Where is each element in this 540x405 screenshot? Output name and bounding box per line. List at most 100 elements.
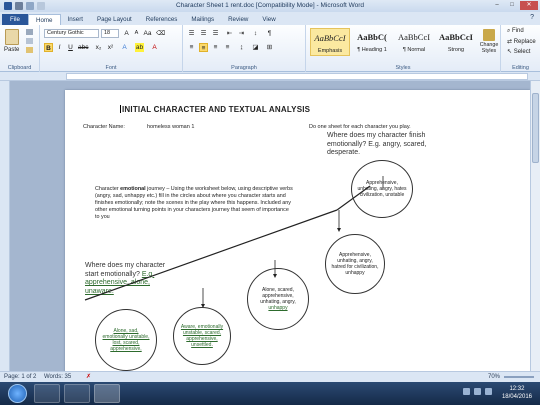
explorer-taskbar-icon[interactable]: [64, 384, 90, 403]
style-name: ¶ Normal: [402, 47, 426, 53]
select-button[interactable]: ↖ Select: [507, 48, 530, 55]
replace-button[interactable]: ⇄ Replace: [507, 38, 536, 45]
superscript-icon[interactable]: x²: [106, 43, 115, 52]
bullets-icon[interactable]: ☰: [187, 29, 196, 38]
format-painter-icon[interactable]: [26, 47, 33, 53]
align-left-icon[interactable]: ≡: [187, 43, 196, 52]
page-count[interactable]: Page: 1 of 2: [4, 372, 36, 382]
zoom-level[interactable]: 70%: [488, 372, 500, 382]
subscript-icon[interactable]: x₂: [94, 43, 103, 52]
font-size-select[interactable]: 18: [101, 29, 119, 38]
tab-mailings[interactable]: Mailings: [184, 14, 221, 25]
ie-taskbar-icon[interactable]: [34, 384, 60, 403]
word-taskbar-icon[interactable]: [94, 384, 120, 403]
clock-time: 12:32: [509, 386, 525, 392]
change-case-icon[interactable]: Aa: [143, 29, 152, 38]
align-right-icon[interactable]: ≡: [211, 43, 220, 52]
taskbar-clock[interactable]: 12:32 18/04/2016: [502, 385, 532, 401]
emotion-circle-2[interactable]: Aware, emotionally unstable, scared, app…: [173, 307, 231, 365]
paste-button-label[interactable]: Paste: [4, 47, 19, 53]
horizontal-ruler[interactable]: [0, 72, 540, 81]
sort-icon[interactable]: ↕: [251, 29, 260, 38]
editing-group: ⌕ Find ⇄ Replace ↖ Select Editing: [501, 25, 540, 72]
tab-review[interactable]: Review: [221, 14, 255, 25]
emotion-circle-text: Aware, emotionally unstable, scared, app…: [180, 323, 224, 349]
highlight-icon[interactable]: ab: [135, 43, 144, 52]
borders-icon[interactable]: ⊞: [265, 43, 274, 52]
scrollbar-thumb[interactable]: [532, 93, 539, 163]
style-name: Emphasis: [317, 48, 343, 54]
style-normal[interactable]: AaBbCcI ¶ Normal: [394, 28, 434, 56]
maximize-button[interactable]: □: [505, 1, 519, 10]
multilevel-list-icon[interactable]: ☰: [211, 29, 220, 38]
document-page[interactable]: INITIAL CHARACTER AND TEXTUAL ANALYSIS C…: [65, 90, 530, 371]
help-icon[interactable]: ?: [530, 14, 534, 21]
text-effects-icon[interactable]: A: [120, 43, 129, 52]
change-styles-icon: [483, 29, 495, 41]
show-marks-button[interactable]: ¶: [265, 29, 274, 38]
underline-button[interactable]: U: [66, 43, 75, 52]
proofing-icon[interactable]: ✗: [86, 372, 91, 382]
emotion-circle-3[interactable]: Alone, scared, apprehensive, unhating, a…: [247, 268, 309, 330]
copy-icon[interactable]: [26, 38, 33, 44]
grow-font-icon[interactable]: A: [122, 29, 131, 38]
battery-icon[interactable]: [485, 388, 492, 395]
style-strong[interactable]: AaBbCcI Strong: [436, 28, 476, 56]
vertical-ruler[interactable]: [0, 81, 10, 371]
clear-formatting-icon[interactable]: ⌫: [156, 29, 165, 38]
status-bar: Page: 1 of 2 Words: 35 ✗ 70%: [0, 371, 540, 382]
decrease-indent-icon[interactable]: ⇤: [225, 29, 234, 38]
font-group: Century Gothic 18 A A Aa ⌫ B I U abc x₂ …: [40, 25, 183, 72]
style-name: ¶ Heading 1: [357, 47, 387, 53]
shading-icon[interactable]: ◪: [251, 43, 260, 52]
network-icon[interactable]: [463, 388, 470, 395]
document-workspace: INITIAL CHARACTER AND TEXTUAL ANALYSIS C…: [10, 81, 530, 371]
volume-icon[interactable]: [474, 388, 481, 395]
ribbon: Paste Clipboard Century Gothic 18 A A Aa…: [0, 25, 540, 72]
windows-start-icon[interactable]: [8, 384, 27, 403]
change-styles-label: Change Styles: [479, 42, 499, 54]
style-emphasis[interactable]: AaBbCcI Emphasis: [310, 28, 350, 56]
increase-indent-icon[interactable]: ⇥: [237, 29, 246, 38]
shrink-font-icon[interactable]: A: [132, 29, 141, 38]
system-tray: [463, 388, 492, 395]
emotion-circle-text: Alone, sad, emotionally unstable, lost, …: [102, 327, 150, 353]
tab-page-layout[interactable]: Page Layout: [90, 14, 139, 25]
emotion-circle-text: Apprehensive, unhating, angry, hatred fo…: [331, 251, 379, 277]
find-button[interactable]: ⌕ Find: [507, 28, 524, 35]
cut-icon[interactable]: [26, 29, 33, 35]
justify-icon[interactable]: ≡: [223, 43, 232, 52]
word-count[interactable]: Words: 35: [44, 372, 71, 382]
tab-view[interactable]: View: [255, 14, 282, 25]
minimize-button[interactable]: –: [490, 1, 504, 10]
tab-file[interactable]: File: [2, 14, 28, 25]
ribbon-tabs: File Home Insert Page Layout References …: [0, 12, 540, 25]
zoom-slider[interactable]: [504, 376, 534, 378]
taskbar: 12:32 18/04/2016: [0, 382, 540, 405]
styles-group-label: Styles: [395, 65, 411, 71]
paste-icon[interactable]: [5, 29, 19, 45]
strikethrough-icon[interactable]: abc: [78, 43, 88, 52]
editing-group-label: Editing: [512, 65, 529, 71]
emotion-circle-4[interactable]: Apprehensive, unhating, angry, hatred fo…: [325, 234, 385, 294]
select-icon: ↖: [507, 49, 514, 55]
italic-button[interactable]: I: [55, 43, 64, 52]
align-center-icon[interactable]: ≡: [199, 43, 208, 52]
bold-button[interactable]: B: [44, 43, 53, 52]
font-family-select[interactable]: Century Gothic: [44, 29, 99, 38]
numbering-icon[interactable]: ☰: [199, 29, 208, 38]
style-heading-1[interactable]: AaBbC( ¶ Heading 1: [352, 28, 392, 56]
font-color-icon[interactable]: A: [150, 43, 159, 52]
emotion-circle-finish[interactable]: Apprehensive, unhating, angry, hates civ…: [351, 160, 413, 218]
emotion-circle-start[interactable]: Alone, sad, emotionally unstable, lost, …: [95, 309, 157, 371]
change-styles-button[interactable]: Change Styles: [478, 29, 500, 54]
tab-insert[interactable]: Insert: [61, 14, 90, 25]
close-button[interactable]: ✕: [520, 1, 538, 10]
tab-references[interactable]: References: [139, 14, 185, 25]
emotion-circle-text: Apprehensive, unhating, angry, hates civ…: [357, 179, 407, 199]
vertical-scrollbar[interactable]: [530, 81, 540, 371]
tab-home[interactable]: Home: [27, 14, 61, 25]
line-spacing-icon[interactable]: ↨: [237, 43, 246, 52]
style-sample: AaBbCcI: [397, 32, 431, 42]
style-sample: AaBbCcI: [438, 32, 473, 42]
